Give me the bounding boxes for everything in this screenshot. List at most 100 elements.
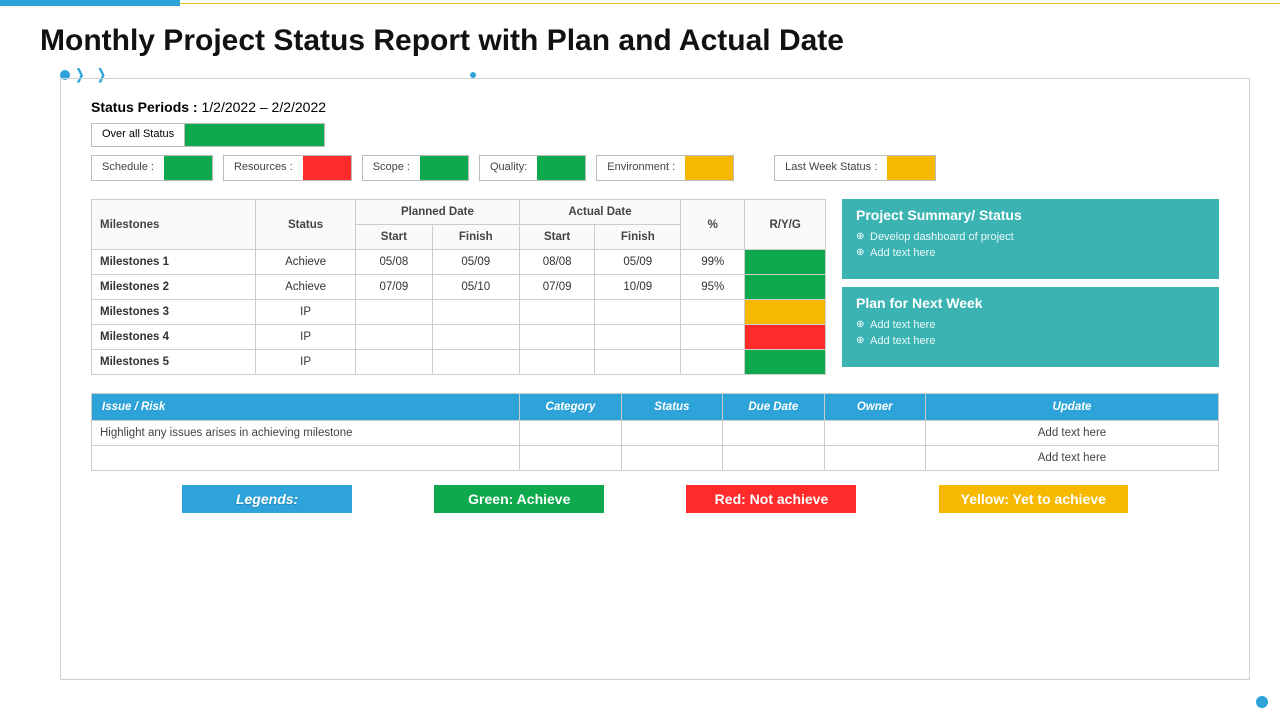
cell-af: 10/09 (595, 275, 681, 300)
list-item: Develop dashboard of project (870, 229, 1205, 245)
cell-name: Milestones 4 (92, 325, 256, 350)
cell-ryg (745, 250, 826, 275)
th-category: Category (520, 394, 621, 421)
plan-next-week-list: Add text hereAdd text here (856, 317, 1205, 349)
legends-title: Legends: (182, 485, 352, 513)
table-row: Add text here (92, 446, 1219, 471)
top-accent (0, 0, 180, 6)
cell-as (519, 350, 595, 375)
chip-label: Resources : (224, 156, 303, 180)
cell-pf (432, 350, 519, 375)
cell-ps (356, 325, 433, 350)
chip-label: Last Week Status : (775, 156, 887, 180)
chip-label: Scope : (363, 156, 420, 180)
table-row: Milestones 2Achieve07/0905/1007/0910/099… (92, 275, 826, 300)
cell-due (723, 446, 824, 471)
chip-swatch (303, 156, 351, 180)
cell-pct (681, 325, 745, 350)
chip-label: Environment : (597, 156, 685, 180)
cell-owner (824, 421, 925, 446)
th-status: Status (621, 394, 722, 421)
th-issue: Issue / Risk (92, 394, 520, 421)
status-periods-value: 1/2/2022 – 2/2/2022 (201, 99, 326, 115)
cell-pf: 05/09 (432, 250, 519, 275)
content-row: Milestones Status Planned Date Actual Da… (91, 199, 1219, 375)
chip-swatch (685, 156, 733, 180)
cell-issue: Highlight any issues arises in achieving… (92, 421, 520, 446)
cell-name: Milestones 3 (92, 300, 256, 325)
legend-yellow: Yellow: Yet to achieve (939, 485, 1128, 513)
cell-status: IP (256, 325, 356, 350)
chip-swatch (887, 156, 935, 180)
risk-table: Issue / Risk Category Status Due Date Ow… (91, 393, 1219, 471)
side-column: Project Summary/ Status Develop dashboar… (842, 199, 1219, 375)
plan-next-week-title: Plan for Next Week (856, 295, 1205, 311)
table-row: Milestones 4IP (92, 325, 826, 350)
plan-next-week-box: Plan for Next Week Add text hereAdd text… (842, 287, 1219, 367)
cell-ps: 05/08 (356, 250, 433, 275)
status-chips-row: Schedule : Resources : Scope : Quality: … (91, 155, 1219, 181)
chip-scope: Scope : (362, 155, 469, 181)
cell-ps (356, 300, 433, 325)
status-periods: Status Periods : 1/2/2022 – 2/2/2022 (91, 99, 1219, 115)
th-ryg: R/Y/G (745, 200, 826, 250)
th-owner: Owner (824, 394, 925, 421)
project-summary-box: Project Summary/ Status Develop dashboar… (842, 199, 1219, 279)
cell-af (595, 350, 681, 375)
th-start: Start (519, 225, 595, 250)
th-actual: Actual Date (519, 200, 680, 225)
list-item: Add text here (870, 333, 1205, 349)
chip-label: Quality: (480, 156, 537, 180)
cell-ps (356, 350, 433, 375)
th-status: Status (256, 200, 356, 250)
cell-pf (432, 325, 519, 350)
cell-name: Milestones 5 (92, 350, 256, 375)
cell-name: Milestones 2 (92, 275, 256, 300)
cell-pct: 95% (681, 275, 745, 300)
table-row: Milestones 3IP (92, 300, 826, 325)
cell-due (723, 421, 824, 446)
project-summary-list: Develop dashboard of projectAdd text her… (856, 229, 1205, 261)
cell-owner (824, 446, 925, 471)
cell-pf (432, 300, 519, 325)
cell-as (519, 325, 595, 350)
overall-status-label: Over all Status (92, 124, 184, 146)
cell-ryg (745, 300, 826, 325)
cell-pct: 99% (681, 250, 745, 275)
cell-pf: 05/10 (432, 275, 519, 300)
th-due: Due Date (723, 394, 824, 421)
overall-status-swatch (184, 124, 324, 146)
cell-ps: 07/09 (356, 275, 433, 300)
cell-category (520, 421, 621, 446)
list-item: Add text here (870, 317, 1205, 333)
cell-status: IP (256, 350, 356, 375)
main-frame: Status Periods : 1/2/2022 – 2/2/2022 Ove… (60, 78, 1250, 680)
cell-status (621, 421, 722, 446)
top-line (180, 3, 1280, 4)
cell-as: 07/09 (519, 275, 595, 300)
cell-update: Add text here (925, 421, 1218, 446)
overall-status: Over all Status (91, 123, 325, 147)
chip-schedule: Schedule : (91, 155, 213, 181)
cell-as (519, 300, 595, 325)
cell-pct (681, 300, 745, 325)
cell-issue (92, 446, 520, 471)
table-row: Milestones 5IP (92, 350, 826, 375)
cell-status (621, 446, 722, 471)
list-item: Add text here (870, 245, 1205, 261)
chip-swatch (420, 156, 468, 180)
cell-af: 05/09 (595, 250, 681, 275)
page-title: Monthly Project Status Report with Plan … (40, 24, 844, 58)
chip-label: Schedule : (92, 156, 164, 180)
chip-swatch (164, 156, 212, 180)
chip-environment: Environment : (596, 155, 734, 181)
decor-dot (1256, 696, 1268, 708)
cell-status: Achieve (256, 250, 356, 275)
cell-status: Achieve (256, 275, 356, 300)
cell-ryg (745, 350, 826, 375)
legends-row: Legends: Green: Achieve Red: Not achieve… (91, 485, 1219, 513)
project-summary-title: Project Summary/ Status (856, 207, 1205, 223)
status-periods-label: Status Periods : (91, 99, 198, 115)
cell-af (595, 325, 681, 350)
chip-quality: Quality: (479, 155, 586, 181)
